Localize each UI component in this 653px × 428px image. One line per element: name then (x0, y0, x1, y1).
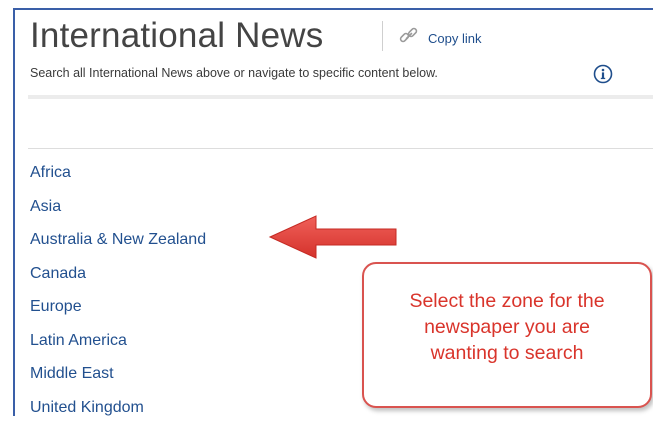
region-link-africa[interactable]: Africa (30, 160, 206, 194)
region-link-canada[interactable]: Canada (30, 261, 206, 295)
page-title: International News (30, 16, 323, 56)
info-icon[interactable] (593, 64, 613, 84)
region-list: Africa Asia Australia & New Zealand Cana… (30, 160, 206, 428)
link-icon[interactable] (398, 25, 420, 47)
annotation-callout: Select the zone for the newspaper you ar… (362, 262, 652, 408)
copy-link-button[interactable]: Copy link (428, 31, 481, 46)
section-divider (28, 148, 653, 149)
callout-line-3: wanting to search (364, 340, 650, 366)
callout-line-2: newspaper you are (364, 314, 650, 340)
region-link-middle-east[interactable]: Middle East (30, 361, 206, 395)
region-link-latin-america[interactable]: Latin America (30, 328, 206, 362)
title-divider (382, 21, 383, 51)
region-link-europe[interactable]: Europe (30, 294, 206, 328)
region-link-asia[interactable]: Asia (30, 194, 206, 228)
pointer-arrow-icon (266, 213, 402, 261)
region-link-australia-new-zealand[interactable]: Australia & New Zealand (30, 227, 206, 261)
page-subtitle: Search all International News above or n… (30, 66, 438, 80)
search-bar[interactable] (28, 95, 653, 99)
region-link-united-kingdom[interactable]: United Kingdom (30, 395, 206, 428)
callout-line-1: Select the zone for the (364, 288, 650, 314)
